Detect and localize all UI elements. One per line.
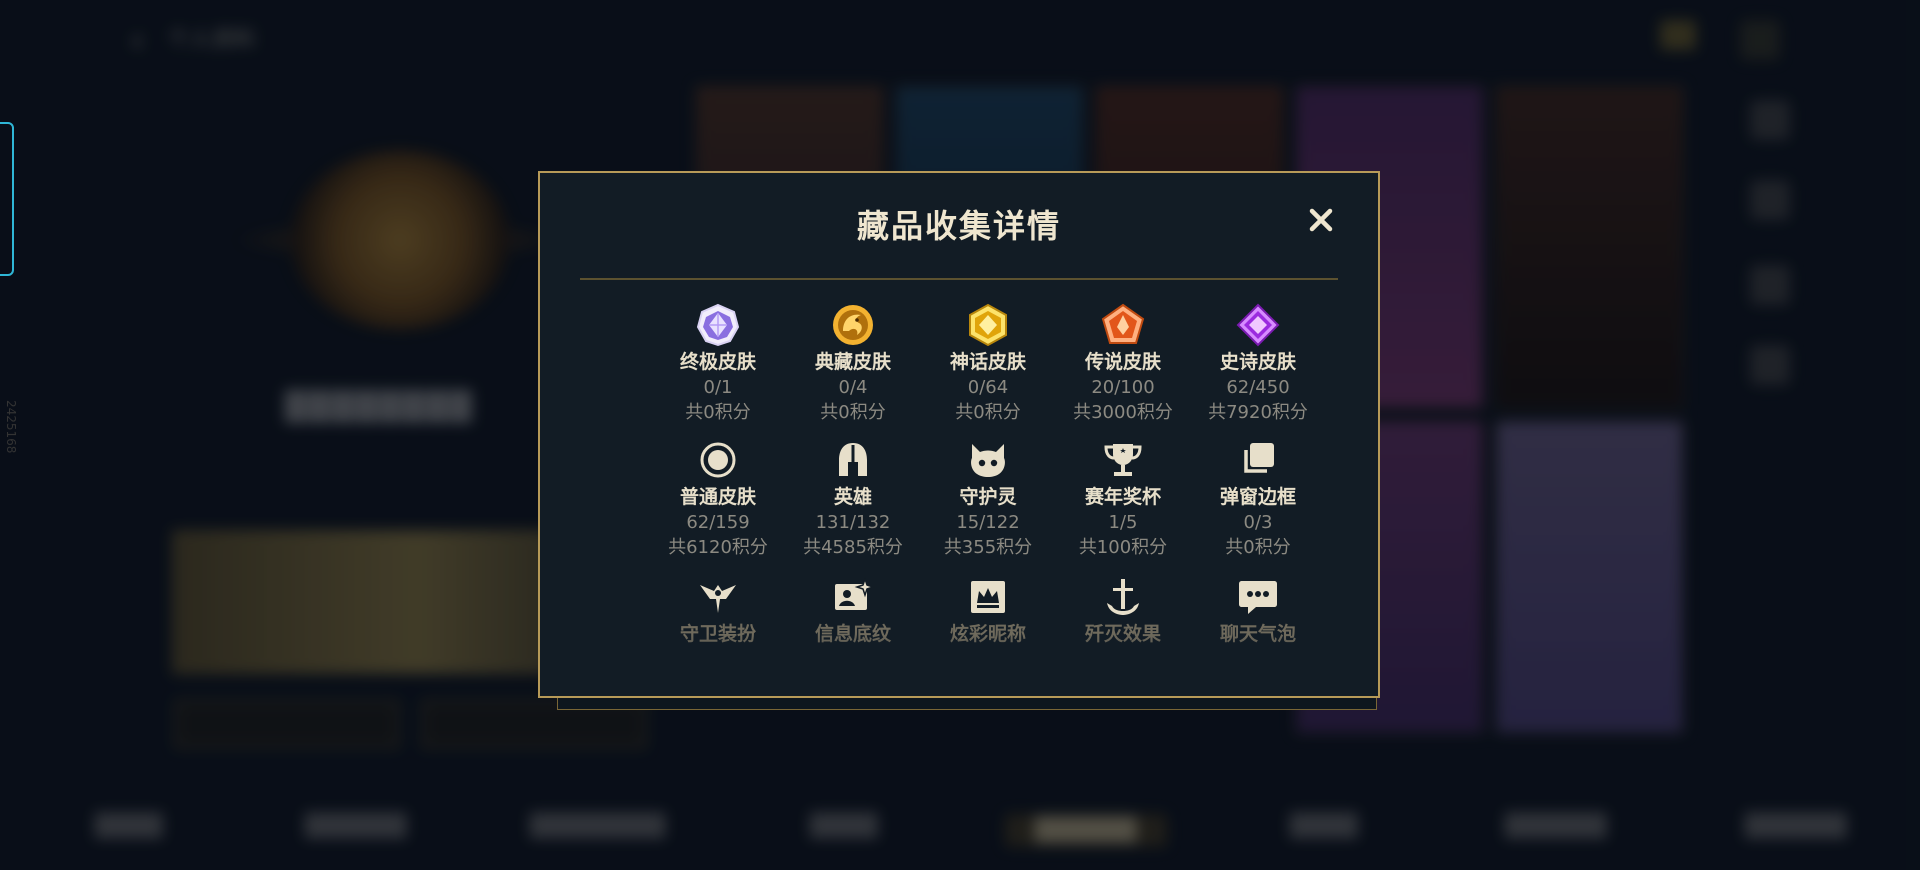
ace-effect-icon [1107, 579, 1139, 615]
stat-label: 英雄 [833, 486, 872, 508]
stat-label: 聊天气泡 [1219, 623, 1296, 645]
stat-points: 共4585积分 [803, 537, 903, 558]
stat-label: 歼灭效果 [1084, 623, 1161, 645]
stat-label: 炫彩昵称 [949, 623, 1026, 645]
stat-label: 神话皮肤 [949, 351, 1026, 373]
stat-popup-frame[interactable]: 弹窗边框 0/3 共0积分 [1188, 438, 1328, 560]
guardian-spirit-icon [971, 444, 1005, 477]
stat-season-trophy[interactable]: 赛年奖杯 1/5 共100积分 [1053, 438, 1193, 560]
stat-hero[interactable]: 英雄 131/132 共4585积分 [783, 438, 923, 560]
stat-count: 131/132 [815, 512, 891, 533]
stat-count: 15/122 [956, 512, 1020, 533]
stat-collector-skin[interactable]: 典藏皮肤 0/4 共0积分 [783, 303, 923, 425]
stat-points: 共0积分 [1225, 537, 1291, 558]
ward-skin-icon [700, 585, 736, 613]
stat-points: 共0积分 [820, 402, 886, 423]
stat-guardian-spirit[interactable]: 守护灵 15/122 共355积分 [918, 438, 1058, 560]
left-edge-tab[interactable] [0, 122, 14, 276]
close-icon[interactable] [1304, 203, 1338, 237]
stat-ace-effect[interactable]: 歼灭效果 [1053, 575, 1193, 647]
stat-label: 守护灵 [959, 486, 1017, 508]
stat-label: 普通皮肤 [679, 486, 756, 508]
side-vertical-text: 2425168 [4, 400, 18, 454]
collector-skin-icon [833, 305, 873, 345]
stat-epic-skin[interactable]: 史诗皮肤 62/450 共7920积分 [1188, 303, 1328, 425]
stat-info-card[interactable]: 信息底纹 [783, 575, 923, 647]
stat-label: 赛年奖杯 [1084, 486, 1161, 508]
stat-label: 守卫装扮 [679, 623, 756, 645]
stat-points: 共6120积分 [668, 537, 768, 558]
stat-label: 弹窗边框 [1219, 486, 1296, 508]
popup-frame-icon [1244, 443, 1274, 473]
stat-mythic-skin[interactable]: 神话皮肤 0/64 共0积分 [918, 303, 1058, 425]
stat-label: 史诗皮肤 [1219, 351, 1296, 373]
stat-legendary-skin[interactable]: 传说皮肤 20/100 共3000积分 [1053, 303, 1193, 425]
stat-label: 终极皮肤 [679, 351, 756, 373]
stat-points: 共0积分 [685, 402, 751, 423]
stat-count: 0/64 [967, 377, 1009, 398]
chat-bubble-icon [1239, 581, 1277, 614]
stat-count: 0/4 [838, 377, 868, 398]
collection-details-modal: 藏品收集详情 终极皮肤 0/1 共0积分 典藏皮肤 0/4 共0积分 神话皮肤 … [538, 171, 1380, 698]
stat-points: 共0积分 [955, 402, 1021, 423]
stat-points: 共3000积分 [1073, 402, 1173, 423]
epic-skin-icon [1236, 303, 1280, 347]
stat-points: 共355积分 [943, 537, 1033, 558]
stat-ultimate-skin[interactable]: 终极皮肤 0/1 共0积分 [648, 303, 788, 425]
mythic-skin-icon [969, 303, 1007, 347]
stat-count: 62/450 [1226, 377, 1290, 398]
trophy-icon [1104, 444, 1142, 476]
stat-nickname[interactable]: 炫彩昵称 [918, 575, 1058, 647]
stat-label: 传说皮肤 [1084, 351, 1161, 373]
normal-skin-icon [700, 442, 736, 478]
hero-helmet-icon [839, 443, 867, 476]
legendary-skin-icon [1101, 303, 1145, 344]
stat-points: 共100积分 [1078, 537, 1168, 558]
stat-points: 共7920积分 [1208, 402, 1308, 423]
nickname-icon [971, 581, 1005, 613]
stat-normal-skin[interactable]: 普通皮肤 62/159 共6120积分 [648, 438, 788, 560]
ultimate-skin-icon [696, 303, 740, 347]
stat-ward-skin[interactable]: 守卫装扮 [648, 575, 788, 647]
stat-count: 1/5 [1108, 512, 1138, 533]
stat-label: 典藏皮肤 [814, 351, 891, 373]
stat-count: 62/159 [686, 512, 750, 533]
stat-label: 信息底纹 [814, 623, 891, 645]
stat-count: 0/1 [703, 377, 733, 398]
stat-count: 20/100 [1091, 377, 1155, 398]
stat-chat-bubble[interactable]: 聊天气泡 [1188, 575, 1328, 647]
modal-title: 藏品收集详情 [856, 207, 1061, 245]
stat-count: 0/3 [1243, 512, 1273, 533]
title-divider [580, 278, 1338, 280]
info-card-icon [835, 576, 875, 610]
